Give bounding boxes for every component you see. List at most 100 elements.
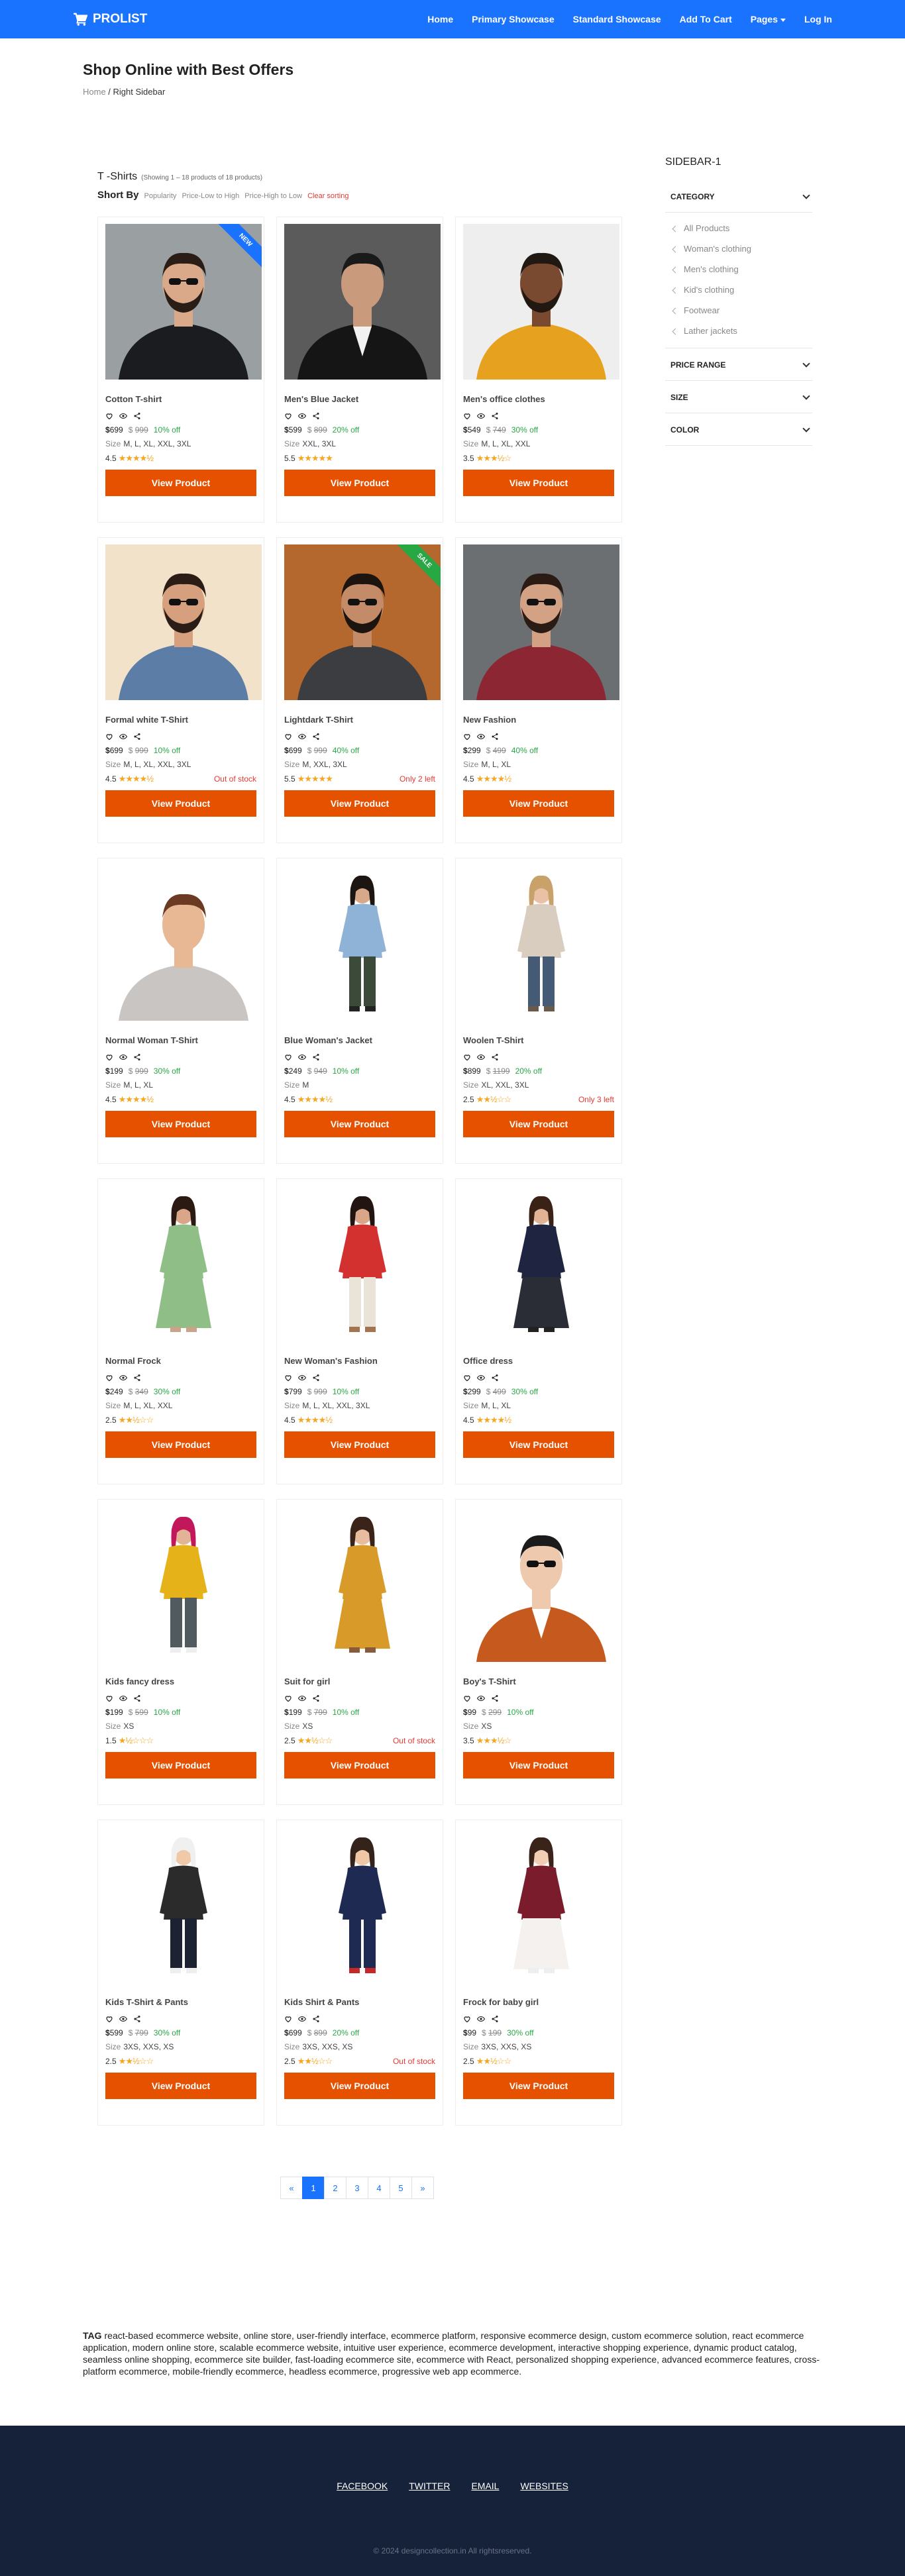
product-name[interactable]: Normal Woman T-Shirt [105, 1035, 256, 1045]
product-name[interactable]: Office dress [463, 1356, 614, 1366]
product-image[interactable] [463, 1827, 619, 1983]
view-product-button[interactable]: View Product [105, 1752, 256, 1778]
share-icon[interactable] [312, 2015, 320, 2023]
pagination-page-2[interactable]: 2 [324, 2177, 346, 2199]
view-product-button[interactable]: View Product [105, 790, 256, 817]
share-icon[interactable] [133, 1053, 141, 1061]
product-name[interactable]: Normal Frock [105, 1356, 256, 1366]
product-image[interactable] [463, 865, 619, 1021]
pagination-next[interactable]: » [411, 2177, 434, 2199]
pagination-page-5[interactable]: 5 [390, 2177, 412, 2199]
eye-icon[interactable] [119, 2015, 127, 2023]
nav-home[interactable]: Home [427, 14, 453, 25]
footer-facebook-link[interactable]: FACEBOOK [337, 2481, 388, 2491]
heart-icon[interactable] [284, 2015, 292, 2023]
share-icon[interactable] [133, 733, 141, 741]
brand[interactable]: PROLIST [73, 12, 147, 26]
product-name[interactable]: Suit for girl [284, 1676, 435, 1686]
product-image[interactable] [463, 224, 619, 380]
share-icon[interactable] [491, 412, 499, 420]
eye-icon[interactable] [298, 733, 306, 741]
share-icon[interactable] [312, 412, 320, 420]
heart-icon[interactable] [463, 733, 471, 741]
eye-icon[interactable] [119, 412, 127, 420]
category-item[interactable]: Men's clothing [677, 259, 812, 280]
eye-icon[interactable] [298, 1694, 306, 1702]
view-product-button[interactable]: View Product [105, 1431, 256, 1458]
category-item[interactable]: Lather jackets [677, 321, 812, 341]
filter-color-toggle[interactable]: COLOR [665, 413, 812, 446]
share-icon[interactable] [491, 733, 499, 741]
product-name[interactable]: Boy's T-Shirt [463, 1676, 614, 1686]
view-product-button[interactable]: View Product [105, 470, 256, 496]
category-item[interactable]: All Products [677, 218, 812, 238]
view-product-button[interactable]: View Product [284, 790, 435, 817]
pagination-prev[interactable]: « [280, 2177, 303, 2199]
share-icon[interactable] [312, 1374, 320, 1382]
eye-icon[interactable] [477, 412, 485, 420]
product-image[interactable] [284, 1827, 441, 1983]
filter-size-toggle[interactable]: SIZE [665, 381, 812, 413]
product-name[interactable]: Frock for baby girl [463, 1997, 614, 2007]
share-icon[interactable] [491, 1694, 499, 1702]
heart-icon[interactable] [284, 1374, 292, 1382]
view-product-button[interactable]: View Product [105, 1111, 256, 1137]
product-image[interactable] [284, 865, 441, 1021]
heart-icon[interactable] [284, 1053, 292, 1061]
eye-icon[interactable] [298, 1374, 306, 1382]
product-image[interactable]: NEW [105, 224, 262, 380]
heart-icon[interactable] [105, 1694, 113, 1702]
share-icon[interactable] [491, 1374, 499, 1382]
product-name[interactable]: Men's office clothes [463, 394, 614, 404]
heart-icon[interactable] [105, 412, 113, 420]
view-product-button[interactable]: View Product [463, 1752, 614, 1778]
product-image[interactable] [105, 544, 262, 700]
sort-price-low-high[interactable]: Price-Low to High [182, 192, 239, 200]
product-name[interactable]: Kids T-Shirt & Pants [105, 1997, 256, 2007]
product-image[interactable] [463, 1186, 619, 1341]
share-icon[interactable] [312, 733, 320, 741]
category-item[interactable]: Footwear [677, 300, 812, 321]
view-product-button[interactable]: View Product [105, 2073, 256, 2099]
product-image[interactable] [105, 865, 262, 1021]
eye-icon[interactable] [119, 1694, 127, 1702]
view-product-button[interactable]: View Product [463, 470, 614, 496]
share-icon[interactable] [312, 1053, 320, 1061]
footer-twitter-link[interactable]: TWITTER [409, 2481, 450, 2491]
heart-icon[interactable] [284, 733, 292, 741]
clear-sorting[interactable]: Clear sorting [307, 192, 348, 200]
product-image[interactable] [105, 1186, 262, 1341]
heart-icon[interactable] [463, 1694, 471, 1702]
share-icon[interactable] [133, 412, 141, 420]
pagination-page-3[interactable]: 3 [346, 2177, 368, 2199]
category-item[interactable]: Woman's clothing [677, 238, 812, 259]
nav-primary-showcase[interactable]: Primary Showcase [472, 14, 555, 25]
nav-standard-showcase[interactable]: Standard Showcase [573, 14, 661, 25]
eye-icon[interactable] [477, 2015, 485, 2023]
view-product-button[interactable]: View Product [284, 470, 435, 496]
category-item[interactable]: Kid's clothing [677, 280, 812, 300]
eye-icon[interactable] [477, 1694, 485, 1702]
filter-price-toggle[interactable]: PRICE RANGE [665, 348, 812, 381]
share-icon[interactable] [133, 2015, 141, 2023]
product-name[interactable]: Men's Blue Jacket [284, 394, 435, 404]
product-image[interactable] [105, 1506, 262, 1662]
product-name[interactable]: Kids fancy dress [105, 1676, 256, 1686]
heart-icon[interactable] [284, 1694, 292, 1702]
product-name[interactable]: New Fashion [463, 715, 614, 725]
product-name[interactable]: Blue Woman's Jacket [284, 1035, 435, 1045]
view-product-button[interactable]: View Product [463, 1111, 614, 1137]
heart-icon[interactable] [463, 1053, 471, 1061]
product-image[interactable] [105, 1827, 262, 1983]
product-image[interactable] [284, 224, 441, 380]
share-icon[interactable] [491, 1053, 499, 1061]
product-image[interactable]: SALE [284, 544, 441, 700]
heart-icon[interactable] [105, 2015, 113, 2023]
eye-icon[interactable] [298, 2015, 306, 2023]
eye-icon[interactable] [477, 733, 485, 741]
eye-icon[interactable] [477, 1053, 485, 1061]
heart-icon[interactable] [105, 1374, 113, 1382]
eye-icon[interactable] [119, 733, 127, 741]
heart-icon[interactable] [463, 412, 471, 420]
sort-popularity[interactable]: Popularity [144, 192, 177, 200]
